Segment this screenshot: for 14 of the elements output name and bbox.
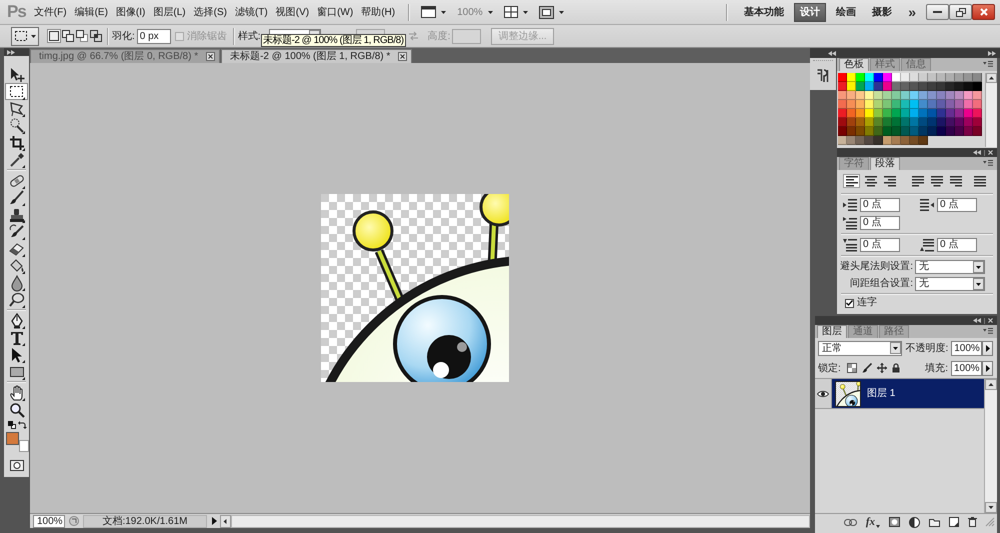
opacity-label: 不透明度: (905, 342, 948, 354)
style-label: 样式: (238, 30, 261, 42)
tooltip: 未标题-2 @ 100% (图层 1, RGB/8) (261, 34, 406, 47)
feather-label: 羽化: (112, 30, 135, 42)
document-info: 文档:192.0K/1.61M (83, 514, 207, 528)
layer-name: 图层 1 (867, 388, 896, 400)
lock-label: 锁定: (818, 362, 841, 374)
setting-label: 间距组合设置: (849, 277, 914, 290)
height-label: 高度: (428, 30, 450, 42)
setting-label: 避头尾法则设置: (839, 260, 914, 273)
hyphenation-label: 连字 (857, 297, 877, 309)
app-logo: Ps (7, 2, 26, 22)
anti-alias-label: 消除锯齿 (186, 30, 227, 42)
fill-label: 填充: (925, 362, 948, 374)
